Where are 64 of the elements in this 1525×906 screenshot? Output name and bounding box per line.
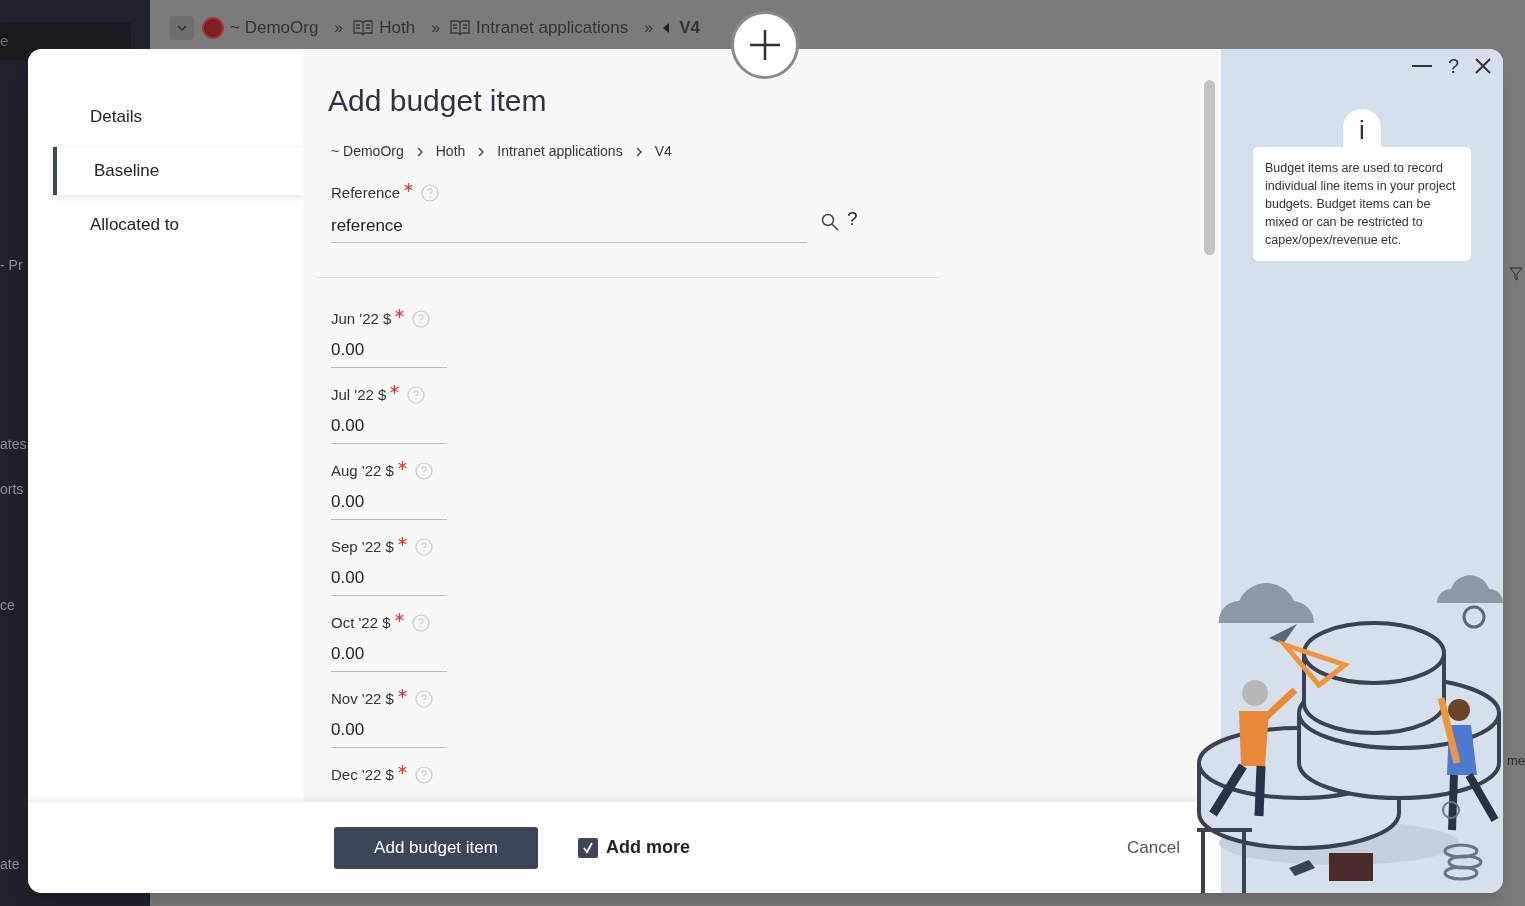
column-text: me (1506, 752, 1525, 770)
caret-left-icon (663, 22, 670, 33)
field-label: Jun '22 $ (331, 309, 392, 329)
amount-field[interactable]: 0.00 (331, 330, 447, 368)
sidebar-item[interactable]: ce (0, 595, 15, 616)
breadcrumb-link[interactable]: V4 (654, 141, 672, 162)
scrollbar[interactable] (1204, 80, 1215, 255)
field-label: Oct '22 $ (331, 613, 391, 633)
help-link[interactable]: ? (847, 204, 858, 233)
chevron-right-icon (477, 146, 486, 157)
breadcrumb-link[interactable]: Intranet applications (497, 141, 623, 162)
chevron-right-icon (634, 146, 643, 157)
help-icon[interactable] (412, 310, 431, 329)
field-label: Dec '22 $ (331, 765, 394, 785)
dialog-title: Add budget item (328, 83, 548, 119)
separator-icon: » (431, 15, 441, 40)
breadcrumb-link[interactable]: Hoth (435, 141, 466, 162)
field-label: Sep '22 $ (331, 537, 394, 557)
checkmark-icon (582, 841, 594, 854)
info-icon: i (1343, 109, 1381, 147)
search-icon[interactable] (821, 213, 839, 231)
help-icon[interactable] (407, 386, 426, 405)
separator-icon: » (644, 15, 654, 40)
amount-field[interactable]: 0.00 (331, 634, 447, 672)
help-icon[interactable] (414, 462, 433, 481)
sidebar-item[interactable]: ates (0, 434, 27, 455)
help-icon[interactable] (421, 184, 440, 203)
amount-field[interactable]: 0.00 (331, 406, 447, 444)
amount-field[interactable]: 0.00 (331, 482, 447, 520)
field-label: Aug '22 $ (331, 461, 394, 481)
separator-icon: » (334, 15, 344, 40)
sidebar-item[interactable]: orts (0, 479, 24, 500)
chevron-right-icon (415, 146, 424, 157)
sidebar-item[interactable]: ate (0, 854, 20, 875)
nav-tab[interactable]: Details (53, 93, 303, 141)
amount-field[interactable]: 0.00 (331, 558, 447, 596)
cancel-button[interactable]: Cancel (1127, 834, 1180, 861)
nav-tab[interactable]: Allocated to (53, 201, 303, 249)
amount-field[interactable]: 0.00 (331, 710, 447, 748)
breadcrumb-link[interactable]: ~ DemoOrg (331, 141, 404, 162)
filter-icon (1508, 267, 1523, 281)
help-icon[interactable] (414, 766, 433, 785)
help-icon[interactable] (414, 690, 433, 709)
reference-field[interactable]: reference (331, 206, 807, 243)
sidebar-item[interactable]: - Pr (0, 255, 23, 276)
plus-icon (749, 29, 781, 61)
minimize-icon[interactable] (1411, 64, 1432, 68)
help-link[interactable]: ? (1447, 51, 1459, 81)
help-icon[interactable] (411, 614, 430, 633)
field-label: Jul '22 $ (331, 385, 387, 405)
help-text: Budget items are used to record individual line items in your project budgets. Budget items can be mixed or can be restricted to capex/opex/revenue etc. (1253, 147, 1471, 261)
field-label: Reference (331, 183, 401, 203)
checkbox-label: Add more (606, 836, 690, 859)
help-icon[interactable] (414, 538, 433, 557)
book-icon (353, 18, 374, 37)
close-icon[interactable] (1475, 58, 1491, 74)
field-label: Nov '22 $ (331, 689, 394, 709)
book-icon (450, 18, 471, 37)
add-more-checkbox[interactable] (578, 837, 598, 858)
org-avatar (202, 16, 224, 39)
nav-tab[interactable]: Baseline (53, 147, 303, 195)
collapse-button[interactable] (170, 15, 194, 40)
chevron-down-icon (177, 24, 187, 31)
add-budget-item-button[interactable]: Add budget item (334, 826, 538, 869)
